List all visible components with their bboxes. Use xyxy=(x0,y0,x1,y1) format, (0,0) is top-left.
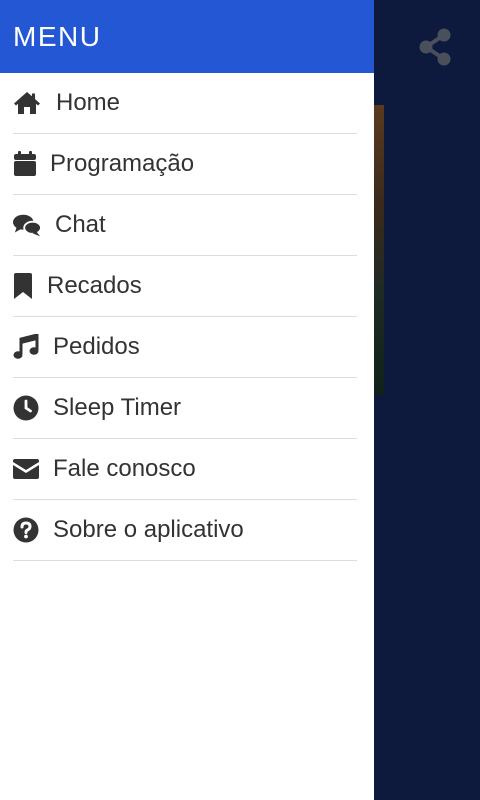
menu-item-chat[interactable]: Chat xyxy=(13,195,357,256)
share-button[interactable] xyxy=(414,26,456,68)
app-screen: MENU Home Programação Chat Recados Pedid… xyxy=(0,0,480,800)
menu-item-sleep-timer[interactable]: Sleep Timer xyxy=(13,378,357,439)
menu-item-label: Sleep Timer xyxy=(53,394,182,421)
menu-item-sobre-o-aplicativo[interactable]: Sobre o aplicativo xyxy=(13,500,357,561)
clock-icon xyxy=(13,394,41,422)
menu-item-programacao[interactable]: Programação xyxy=(13,134,357,195)
navigation-drawer: MENU Home Programação Chat Recados Pedid… xyxy=(0,0,374,800)
music-note-icon xyxy=(13,333,41,361)
menu-item-recados[interactable]: Recados xyxy=(13,256,357,317)
menu-item-label: Programação xyxy=(50,150,195,177)
home-icon xyxy=(13,89,41,117)
menu-item-label: Sobre o aplicativo xyxy=(53,516,244,543)
envelope-icon xyxy=(13,455,41,483)
bookmark-icon xyxy=(13,272,41,300)
menu-item-label: Fale conosco xyxy=(53,455,196,482)
menu-item-pedidos[interactable]: Pedidos xyxy=(13,317,357,378)
menu-item-label: Chat xyxy=(55,211,106,238)
menu-item-label: Home xyxy=(56,89,121,116)
menu-item-label: Recados xyxy=(47,272,142,299)
menu-item-label: Pedidos xyxy=(53,333,140,360)
menu-list: Home Programação Chat Recados Pedidos Sl… xyxy=(0,73,374,561)
question-circle-icon xyxy=(13,516,41,544)
drawer-title: MENU xyxy=(13,20,102,52)
calendar-icon xyxy=(13,150,41,178)
drawer-header: MENU xyxy=(0,0,374,73)
menu-item-home[interactable]: Home xyxy=(13,73,357,134)
menu-item-fale-conosco[interactable]: Fale conosco xyxy=(13,439,357,500)
share-icon xyxy=(419,28,451,66)
chat-bubbles-icon xyxy=(13,211,41,239)
